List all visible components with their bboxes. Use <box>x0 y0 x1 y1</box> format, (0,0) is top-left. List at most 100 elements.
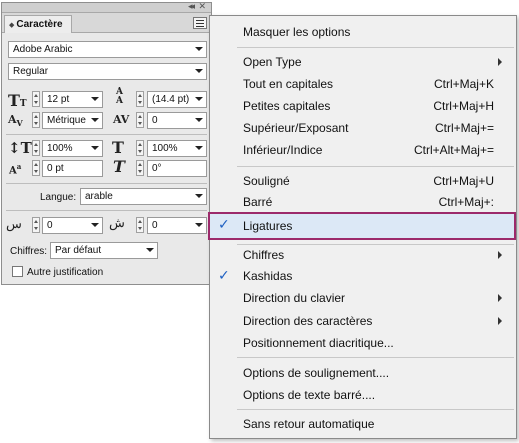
auto-justify-checkbox[interactable] <box>12 266 23 277</box>
menu-item-underline[interactable]: Souligné Ctrl+Maj+U <box>210 170 516 192</box>
menu-item-hide-options[interactable]: Masquer les options <box>210 21 516 43</box>
menu-item-superscript[interactable]: Supérieur/Exposant Ctrl+Maj+= <box>210 117 516 139</box>
panel-flyout-menu: Masquer les options Open Type Tout en ca… <box>208 15 517 439</box>
baseline-shift-value: 0 pt <box>47 163 64 174</box>
tracking-stepper[interactable] <box>136 112 144 128</box>
horizontal-scale-stepper[interactable] <box>136 140 144 156</box>
arabic-spacing-value: 0 <box>47 220 53 231</box>
auto-justify-label: Autre justification <box>27 267 104 278</box>
menu-line-icon <box>196 26 204 27</box>
menu-item-label: Sans retour automatique <box>243 417 375 431</box>
menu-item-label: Barré <box>243 195 273 209</box>
language-select[interactable]: arable <box>80 188 207 205</box>
menu-item-diacritic-positioning[interactable]: Positionnement diacritique... <box>210 332 516 354</box>
menu-item-all-caps[interactable]: Tout en capitales Ctrl+Maj+K <box>210 73 516 95</box>
skew-icon: T <box>113 157 125 176</box>
menu-item-digits[interactable]: Chiffres <box>210 244 516 266</box>
menu-item-label: Kashidas <box>243 269 293 283</box>
menu-item-label: Masquer les options <box>243 25 351 39</box>
menu-item-label: Chiffres <box>243 248 285 262</box>
menu-item-character-direction[interactable]: Direction des caractères <box>210 310 516 332</box>
menu-item-shortcut: Ctrl+Maj+H <box>433 99 494 113</box>
vertical-scale-field[interactable]: 100% <box>42 140 103 157</box>
chevron-down-icon <box>195 223 203 227</box>
menu-item-subscript[interactable]: Inférieur/Indice Ctrl+Alt+Maj+= <box>210 139 516 161</box>
font-family-select[interactable]: Adobe Arabic <box>8 41 207 58</box>
arabic-spacing-icon: ﺱ <box>6 217 22 232</box>
horizontal-scale-field[interactable]: 100% <box>147 140 207 157</box>
arabic-spacing-field[interactable]: 0 <box>42 217 103 234</box>
chevron-down-icon <box>91 97 99 101</box>
skew-stepper[interactable] <box>136 160 144 176</box>
font-style-value: Regular <box>13 66 49 77</box>
menu-item-no-break[interactable]: Sans retour automatique <box>210 413 516 435</box>
panel-menu-button[interactable] <box>193 17 207 29</box>
chevron-down-icon <box>195 97 203 101</box>
menu-item-label: Direction des caractères <box>243 314 373 328</box>
kerning-field[interactable]: Métrique <box>42 112 103 129</box>
kerning-value: Métrique <box>47 115 86 126</box>
panel-tab-bar: ◆ Caractère <box>2 13 211 33</box>
close-icon[interactable]: ✕ <box>198 1 206 12</box>
menu-line-icon <box>196 23 204 24</box>
menu-separator <box>237 409 514 410</box>
menu-separator <box>237 47 514 48</box>
tab-character-label: Caractère <box>16 19 63 30</box>
chevron-down-icon <box>195 69 203 73</box>
digits-label: Chiffres: <box>10 246 48 257</box>
arabic-kashida-icon: ﺵ <box>109 216 125 231</box>
leading-stepper[interactable] <box>136 91 144 107</box>
menu-item-label: Supérieur/Exposant <box>243 121 349 135</box>
font-size-field[interactable]: 12 pt <box>42 91 103 108</box>
menu-item-label: Direction du clavier <box>243 291 346 305</box>
skew-value: 0° <box>152 163 162 174</box>
arabic-kashida-field[interactable]: 0 <box>147 217 207 234</box>
menu-item-label: Petites capitales <box>243 99 331 113</box>
collapse-icon[interactable]: ◂◂ <box>188 1 195 12</box>
menu-item-kashidas[interactable]: ✓ Kashidas <box>210 265 516 287</box>
kerning-stepper[interactable] <box>32 112 40 128</box>
skew-field[interactable]: 0° <box>147 160 207 177</box>
divider <box>6 134 207 135</box>
checkmark-icon: ✓ <box>218 267 230 283</box>
language-value: arable <box>85 191 113 202</box>
divider <box>6 210 207 211</box>
font-style-select[interactable]: Regular <box>8 63 207 80</box>
baseline-shift-field[interactable]: 0 pt <box>42 160 103 177</box>
leading-field[interactable]: (14.4 pt) <box>147 91 207 108</box>
menu-item-label: Inférieur/Indice <box>243 143 323 157</box>
tab-character[interactable]: ◆ Caractère <box>4 15 72 33</box>
arabic-kashida-stepper[interactable] <box>136 217 144 233</box>
submenu-arrow-icon <box>498 294 502 302</box>
menu-item-strikethrough[interactable]: Barré Ctrl+Maj+: <box>210 191 516 213</box>
menu-item-open-type[interactable]: Open Type <box>210 51 516 73</box>
font-size-icon: TT <box>8 91 27 110</box>
menu-item-shortcut: Ctrl+Alt+Maj+= <box>413 143 494 157</box>
menu-item-small-caps[interactable]: Petites capitales Ctrl+Maj+H <box>210 95 516 117</box>
menu-item-shortcut: Ctrl+Maj+K <box>433 77 494 91</box>
font-size-stepper[interactable] <box>32 91 40 107</box>
chevron-down-icon <box>195 146 203 150</box>
digits-select[interactable]: Par défaut <box>50 242 158 259</box>
arabic-spacing-stepper[interactable] <box>32 217 40 233</box>
font-size-value: 12 pt <box>47 94 70 105</box>
menu-item-underline-options[interactable]: Options de soulignement.... <box>210 362 516 384</box>
menu-item-ligatures[interactable]: ✓ Ligatures <box>208 212 516 240</box>
divider <box>6 183 207 184</box>
baseline-shift-icon: Aa <box>9 162 22 177</box>
tracking-value: 0 <box>152 115 158 126</box>
kerning-icon: AV <box>8 113 23 129</box>
menu-separator <box>237 166 514 167</box>
menu-item-shortcut: Ctrl+Maj+U <box>433 174 494 188</box>
baseline-shift-stepper[interactable] <box>32 160 40 176</box>
menu-item-label: Options de texte barré.... <box>243 388 376 402</box>
submenu-arrow-icon <box>498 251 502 259</box>
menu-item-shortcut: Ctrl+Maj+= <box>434 121 494 135</box>
menu-item-keyboard-direction[interactable]: Direction du clavier <box>210 287 516 309</box>
menu-item-strikethrough-options[interactable]: Options de texte barré.... <box>210 384 516 406</box>
language-label: Langue: <box>40 192 77 203</box>
horizontal-scale-value: 100% <box>152 143 178 154</box>
vertical-scale-stepper[interactable] <box>32 140 40 156</box>
leading-icon: AA <box>116 87 123 106</box>
tracking-field[interactable]: 0 <box>147 112 207 129</box>
